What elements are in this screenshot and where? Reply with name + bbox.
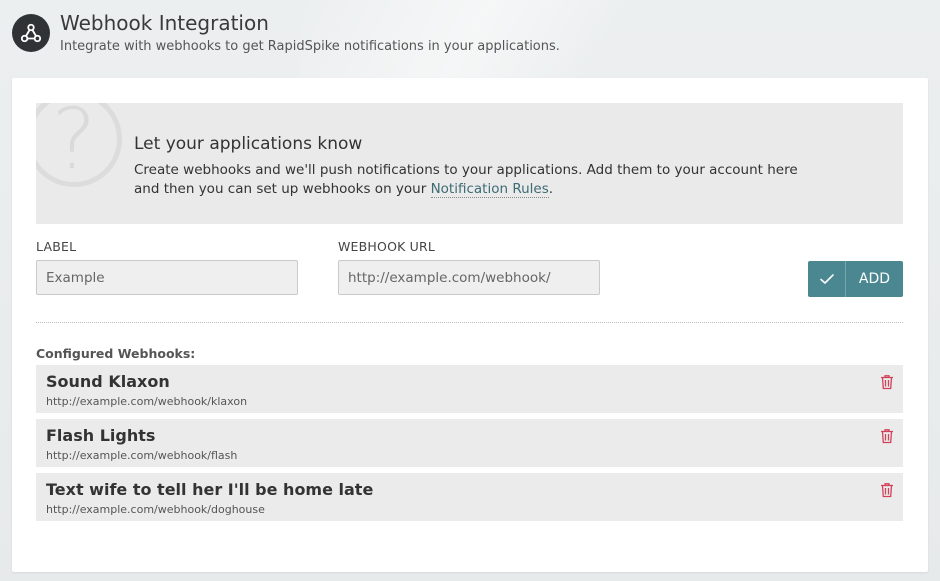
question-mark-icon: ? <box>36 103 122 187</box>
add-button-label: ADD <box>858 271 891 287</box>
check-icon <box>808 261 846 297</box>
label-input[interactable] <box>36 260 298 295</box>
url-field-label: WEBHOOK URL <box>338 239 436 254</box>
info-title: Let your applications know <box>134 134 363 154</box>
webhook-url: http://example.com/webhook/flash <box>46 449 238 462</box>
page-title: Webhook Integration <box>60 11 269 35</box>
info-panel: ? Let your applications know Create webh… <box>36 103 903 224</box>
add-button[interactable]: ADD <box>808 261 903 297</box>
webhook-name: Text wife to tell her I'll be home late <box>46 480 374 499</box>
webhook-url: http://example.com/webhook/klaxon <box>46 395 248 408</box>
label-field-label: LABEL <box>36 239 77 254</box>
list-item: Sound Klaxon http://example.com/webhook/… <box>36 365 903 413</box>
divider <box>36 322 903 323</box>
info-body: Create webhooks and we'll push notificat… <box>134 161 824 199</box>
list-item: Text wife to tell her I'll be home late … <box>36 473 903 521</box>
page-subtitle: Integrate with webhooks to get RapidSpik… <box>60 39 560 54</box>
webhook-url-input[interactable] <box>338 260 600 295</box>
webhook-card: ? Let your applications know Create webh… <box>12 78 928 572</box>
webhook-icon <box>12 14 50 52</box>
webhook-name: Sound Klaxon <box>46 372 170 391</box>
trash-icon[interactable] <box>880 374 894 390</box>
notification-rules-link[interactable]: Notification Rules <box>430 181 549 198</box>
webhook-name: Flash Lights <box>46 426 156 445</box>
webhook-url: http://example.com/webhook/doghouse <box>46 503 265 516</box>
info-text-end: . <box>548 181 554 197</box>
webhook-list: Sound Klaxon http://example.com/webhook/… <box>36 365 903 527</box>
page-header: Webhook Integration Integrate with webho… <box>12 6 560 62</box>
trash-icon[interactable] <box>880 428 894 444</box>
configured-webhooks-title: Configured Webhooks: <box>36 346 196 361</box>
list-item: Flash Lights http://example.com/webhook/… <box>36 419 903 467</box>
trash-icon[interactable] <box>880 482 894 498</box>
